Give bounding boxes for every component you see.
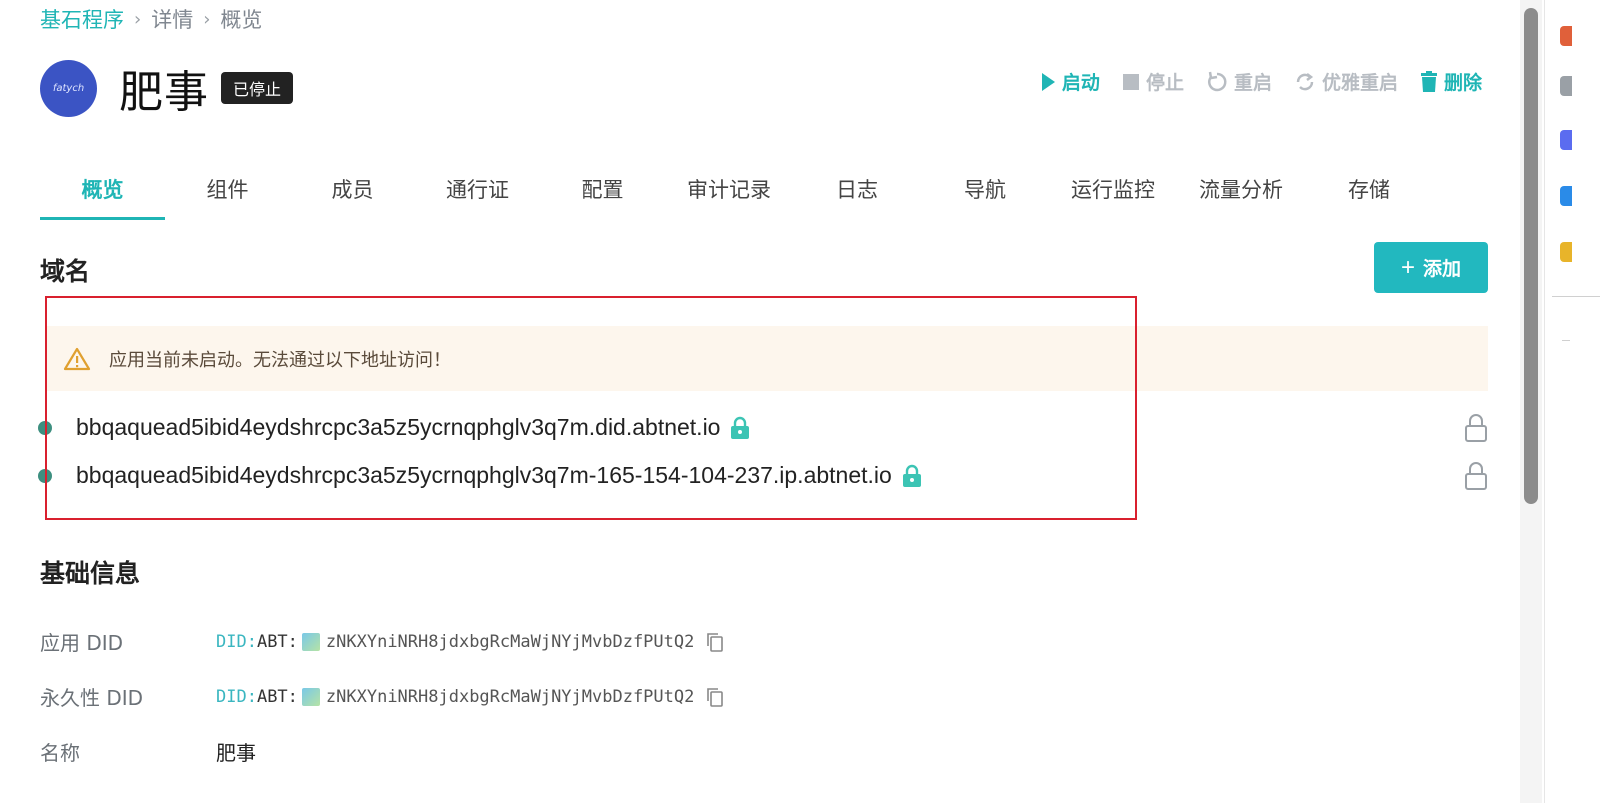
breadcrumb: 基石程序 › 详情 › 概览 xyxy=(40,4,262,34)
unlock-icon[interactable] xyxy=(1464,461,1488,491)
tab-components[interactable]: 组件 xyxy=(165,164,290,220)
name-value: 肥事 xyxy=(216,741,256,765)
add-domain-button[interactable]: + 添加 xyxy=(1374,242,1488,293)
side-panel-strip xyxy=(1544,0,1600,803)
play-icon xyxy=(1041,72,1055,91)
app-header: fatych 肥事 已停止 xyxy=(40,56,294,120)
page-title: 肥事 xyxy=(119,67,209,118)
breadcrumb-current: 概览 xyxy=(220,8,263,32)
side-app-icon[interactable] xyxy=(1560,242,1572,262)
did-avatar-icon xyxy=(301,632,320,651)
tab-navigation[interactable]: 导航 xyxy=(921,164,1049,220)
info-row-name: 名称 肥事 xyxy=(40,737,256,766)
tab-bar: 概览 组件 成员 通行证 配置 审计记录 日志 导航 运行监控 流量分析 存储 xyxy=(40,164,1433,220)
tab-config[interactable]: 配置 xyxy=(540,164,665,220)
start-button[interactable]: 启动 xyxy=(1040,68,1100,95)
name-label: 名称 xyxy=(40,741,80,765)
tab-monitoring[interactable]: 运行监控 xyxy=(1049,164,1177,220)
bullet-dot xyxy=(38,468,52,483)
tab-members[interactable]: 成员 xyxy=(290,164,415,220)
side-divider xyxy=(1552,296,1600,297)
lock-icon xyxy=(902,464,921,487)
plus-icon: + xyxy=(1400,253,1415,281)
breadcrumb-root-link[interactable]: 基石程序 xyxy=(40,4,124,34)
unlock-icon[interactable] xyxy=(1464,413,1488,443)
basic-info-section-title: 基础信息 xyxy=(40,559,141,588)
side-app-icon[interactable] xyxy=(1560,130,1572,150)
breadcrumb-detail[interactable]: 详情 xyxy=(151,4,193,34)
refresh-icon xyxy=(1296,72,1314,90)
domains-section-title: 域名 xyxy=(40,257,91,286)
info-row-permanent-did: 永久性 DID DID: ABT: zNKXYniNRH8jdxbgRcMaWj… xyxy=(40,682,724,711)
stop-label: 停止 xyxy=(1145,72,1184,94)
tab-audit-log[interactable]: 审计记录 xyxy=(665,164,793,220)
copy-icon[interactable] xyxy=(706,632,724,652)
graceful-restart-button[interactable]: 优雅重启 xyxy=(1294,68,1398,95)
stop-button[interactable]: 停止 xyxy=(1122,68,1184,95)
breadcrumb-separator-icon: › xyxy=(203,8,211,30)
domain-link[interactable]: bbqaquead5ibid4eydshrcpc3a5z5ycrnqphglv3… xyxy=(76,414,720,441)
scrollbar-thumb[interactable] xyxy=(1524,8,1538,504)
side-app-icon[interactable] xyxy=(1560,76,1572,96)
start-label: 启动 xyxy=(1061,72,1100,94)
did-avatar-icon xyxy=(301,687,320,706)
breadcrumb-separator-icon: › xyxy=(134,8,142,30)
did-prefix: DID: xyxy=(216,686,257,707)
did-prefix: DID: xyxy=(216,631,257,652)
app-did-label: 应用 DID xyxy=(40,631,124,655)
did-id: zNKXYniNRH8jdxbgRcMaWjNYjMvbDzfPUtQ2 xyxy=(325,686,695,707)
did-method: ABT: xyxy=(256,686,298,707)
tab-traffic-analysis[interactable]: 流量分析 xyxy=(1177,164,1305,220)
app-did-value[interactable]: DID: ABT: zNKXYniNRH8jdxbgRcMaWjNYjMvbDz… xyxy=(216,632,694,652)
did-id: zNKXYniNRH8jdxbgRcMaWjNYjMvbDzfPUtQ2 xyxy=(325,631,695,652)
did-method: ABT: xyxy=(256,631,298,652)
copy-icon[interactable] xyxy=(706,687,724,707)
lock-icon xyxy=(731,416,750,439)
side-app-icon[interactable] xyxy=(1560,26,1572,46)
list-item: bbqaquead5ibid4eydshrcpc3a5z5ycrnqphglv3… xyxy=(38,461,1488,491)
side-divider xyxy=(1562,340,1570,341)
restart-icon xyxy=(1207,71,1227,91)
permanent-did-value[interactable]: DID: ABT: zNKXYniNRH8jdxbgRcMaWjNYjMvbDz… xyxy=(216,687,694,707)
tab-logs[interactable]: 日志 xyxy=(793,164,921,220)
delete-label: 删除 xyxy=(1443,72,1482,94)
warning-alert: 应用当前未启动。无法通过以下地址访问！ xyxy=(47,326,1488,391)
warning-text: 应用当前未启动。无法通过以下地址访问！ xyxy=(109,349,451,371)
trash-icon xyxy=(1420,70,1437,92)
app-avatar: fatych xyxy=(40,59,97,117)
graceful-restart-label: 优雅重启 xyxy=(1321,72,1398,94)
info-row-app-did: 应用 DID DID: ABT: zNKXYniNRH8jdxbgRcMaWjN… xyxy=(40,627,724,656)
tab-passport[interactable]: 通行证 xyxy=(415,164,540,220)
domain-link[interactable]: bbqaquead5ibid4eydshrcpc3a5z5ycrnqphglv3… xyxy=(76,462,892,489)
bullet-dot xyxy=(38,420,52,435)
app-actions: 启动 停止 重启 优雅重启 删除 xyxy=(1018,68,1482,95)
delete-button[interactable]: 删除 xyxy=(1420,68,1482,95)
stop-icon xyxy=(1122,73,1139,90)
tab-overview[interactable]: 概览 xyxy=(40,164,165,220)
warning-icon xyxy=(63,347,91,370)
restart-label: 重启 xyxy=(1233,72,1272,94)
side-app-icon[interactable] xyxy=(1560,186,1572,206)
permanent-did-label: 永久性 DID xyxy=(40,686,144,710)
restart-button[interactable]: 重启 xyxy=(1206,68,1272,95)
list-item: bbqaquead5ibid4eydshrcpc3a5z5ycrnqphglv3… xyxy=(38,413,1488,443)
status-badge: 已停止 xyxy=(221,72,294,104)
tab-storage[interactable]: 存储 xyxy=(1305,164,1433,220)
add-domain-label: 添加 xyxy=(1423,259,1462,280)
